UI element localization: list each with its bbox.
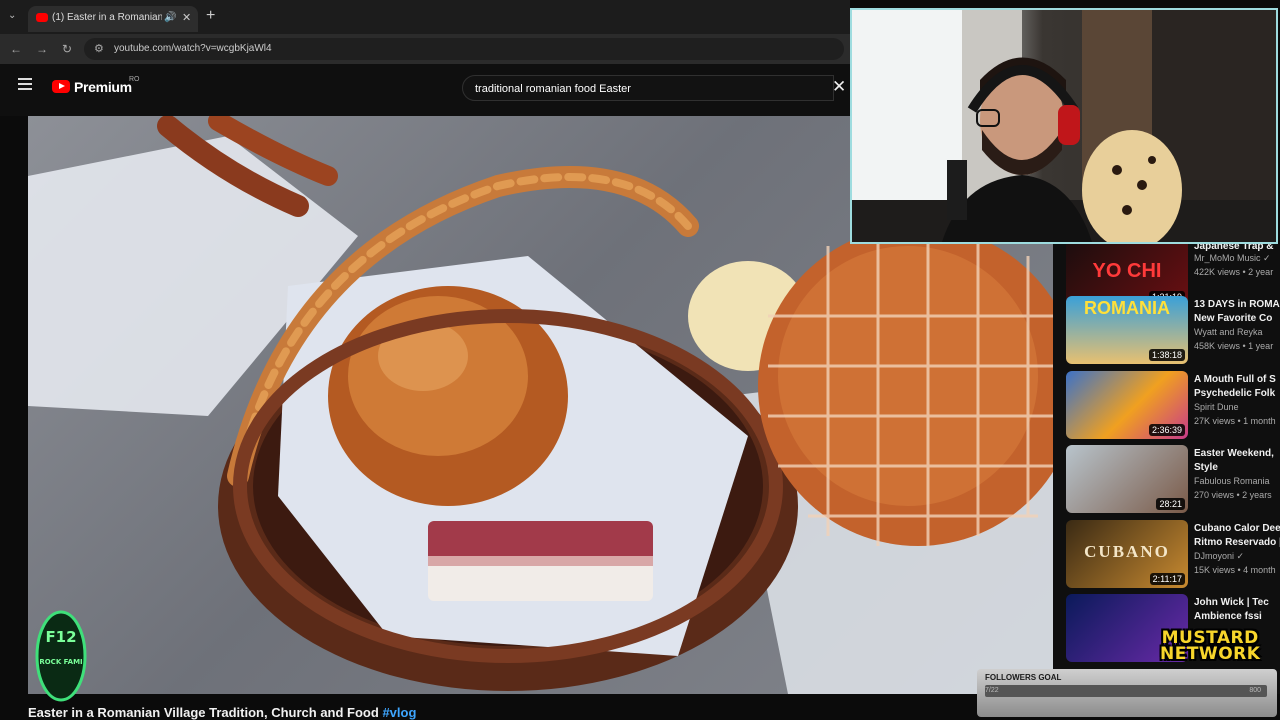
followers-goal-widget: FOLLOWERS GOAL 7/22 800 [977, 669, 1277, 717]
recommendation-item[interactable]: CUBANO 2:11:17 Cubano Calor Deep Ritmo R… [1066, 520, 1280, 590]
video-title[interactable]: Cubano Calor Deep [1194, 522, 1280, 536]
back-icon[interactable]: ← [10, 42, 22, 56]
streamer-webcam [850, 8, 1278, 244]
new-tab-button[interactable]: + [206, 8, 215, 24]
video-title[interactable]: A Mouth Full of S [1194, 373, 1280, 387]
browser-tab-strip: ⌄ (1) Easter in a Romanian Vi 🔊 ✕ + [0, 0, 850, 34]
badge-text-2: ROCK FAMI [39, 658, 82, 666]
address-bar[interactable]: ⚙ youtube.com/watch?v=wcgbKjaWl4 [84, 38, 844, 60]
video-title-line2[interactable]: Psychedelic Folk [1194, 387, 1280, 401]
recommendations-sidebar: YO CHI 1:31:19 Japanese Trap & Mr_MoMo M… [1053, 244, 1280, 694]
url-text[interactable]: youtube.com/watch?v=wcgbKjaWl4 [114, 43, 272, 54]
channel-logo-badge: F12 ROCK FAMI [35, 610, 87, 702]
youtube-header: Premium RO traditional romanian food Eas… [0, 64, 850, 116]
channel-name[interactable]: Spirit Dune [1194, 402, 1239, 412]
site-info-icon[interactable]: ⚙ [94, 42, 104, 55]
followers-current: 7/22 [985, 687, 999, 694]
video-title-main: Easter in a Romanian Village Tradition, … [28, 705, 416, 720]
recommendation-item[interactable]: 2:36:39 A Mouth Full of S Psychedelic Fo… [1066, 371, 1280, 441]
followers-goal-label: FOLLOWERS GOAL [985, 673, 1062, 682]
browser-tab-youtube[interactable]: (1) Easter in a Romanian Vi 🔊 ✕ [28, 6, 198, 32]
region-code: RO [129, 76, 140, 83]
video-title-line2[interactable]: Ritmo Reservado | [1194, 536, 1280, 550]
video-meta: 27K views • 1 month [1194, 416, 1276, 426]
video-meta: 458K views • 1 year [1194, 341, 1274, 351]
video-title[interactable]: John Wick | Tec [1194, 596, 1280, 610]
thumbnail-text: ROMANIA [1084, 298, 1170, 318]
webcam-frame [852, 10, 1276, 242]
search-clear-icon[interactable]: ✕ [832, 77, 846, 97]
menu-icon[interactable] [18, 78, 32, 90]
forward-icon[interactable]: → [36, 42, 48, 56]
followers-target: 800 [1249, 687, 1261, 694]
duration-badge: 28:21 [1156, 498, 1185, 510]
duration-badge: 2:36:39 [1148, 424, 1185, 436]
video-title-text: Easter in a Romanian Village Tradition, … [28, 705, 383, 720]
tab-audio-icon[interactable]: 🔊 [164, 6, 176, 30]
address-bar-row: ← → ↻ ⚙ youtube.com/watch?v=wcgbKjaWl4 [0, 34, 850, 64]
video-meta: 15K views • 4 month [1194, 565, 1276, 575]
video-title-line2[interactable]: Style [1194, 461, 1280, 475]
video-title-line2[interactable]: Ambience fssi [1194, 610, 1280, 624]
network-logo-line2: NETWORK [1160, 644, 1261, 664]
duration-badge: 2:11:17 [1149, 573, 1185, 585]
video-meta: 270 views • 2 years [1194, 490, 1272, 500]
recommendation-item[interactable]: 28:21 Easter Weekend, Style Fabulous Rom… [1066, 445, 1280, 515]
video-title[interactable]: Easter Weekend, [1194, 447, 1280, 461]
network-logo: MUSTARD NETWORK [1160, 630, 1261, 664]
search-input[interactable]: traditional romanian food Easter [462, 75, 834, 101]
video-thumbnail[interactable]: 28:21 [1066, 445, 1188, 513]
video-thumbnail[interactable]: ROMANIA 1:38:18 [1066, 296, 1188, 364]
followers-goal-bar [985, 685, 1267, 697]
video-thumbnail[interactable]: 2:36:39 [1066, 371, 1188, 439]
duration-badge: 1:38:18 [1148, 349, 1185, 361]
youtube-favicon-icon [36, 13, 48, 22]
overlay-frame-left [0, 120, 28, 694]
badge-text-1: F12 [45, 628, 76, 646]
tab-close-icon[interactable]: ✕ [182, 6, 191, 30]
reload-icon[interactable]: ↻ [62, 42, 72, 56]
thumbnail-text: CUBANO [1084, 542, 1170, 561]
video-hashtag[interactable]: #vlog [382, 705, 416, 720]
video-title-line2[interactable]: New Favorite Co [1194, 312, 1280, 326]
channel-name[interactable]: Mr_MoMo Music ✓ [1194, 253, 1271, 264]
channel-name[interactable]: DJmoyoni ✓ [1194, 551, 1244, 562]
youtube-logo-icon[interactable] [52, 80, 70, 93]
channel-name[interactable]: Fabulous Romania [1194, 476, 1270, 486]
video-thumbnail[interactable]: CUBANO 2:11:17 [1066, 520, 1188, 588]
thumbnail-text: YO CHI [1092, 260, 1162, 282]
youtube-brand[interactable]: Premium [74, 79, 132, 95]
channel-name[interactable]: Wyatt and Reyka [1194, 327, 1262, 337]
video-meta: 422K views • 2 year [1194, 267, 1274, 277]
recommendation-item[interactable]: ROMANIA 1:38:18 13 DAYS in ROMA New Favo… [1066, 296, 1280, 366]
video-title[interactable]: 13 DAYS in ROMA [1194, 298, 1280, 312]
tab-title: (1) Easter in a Romanian Vi [52, 12, 162, 23]
tab-list-chevron-icon[interactable]: ⌄ [8, 10, 16, 21]
